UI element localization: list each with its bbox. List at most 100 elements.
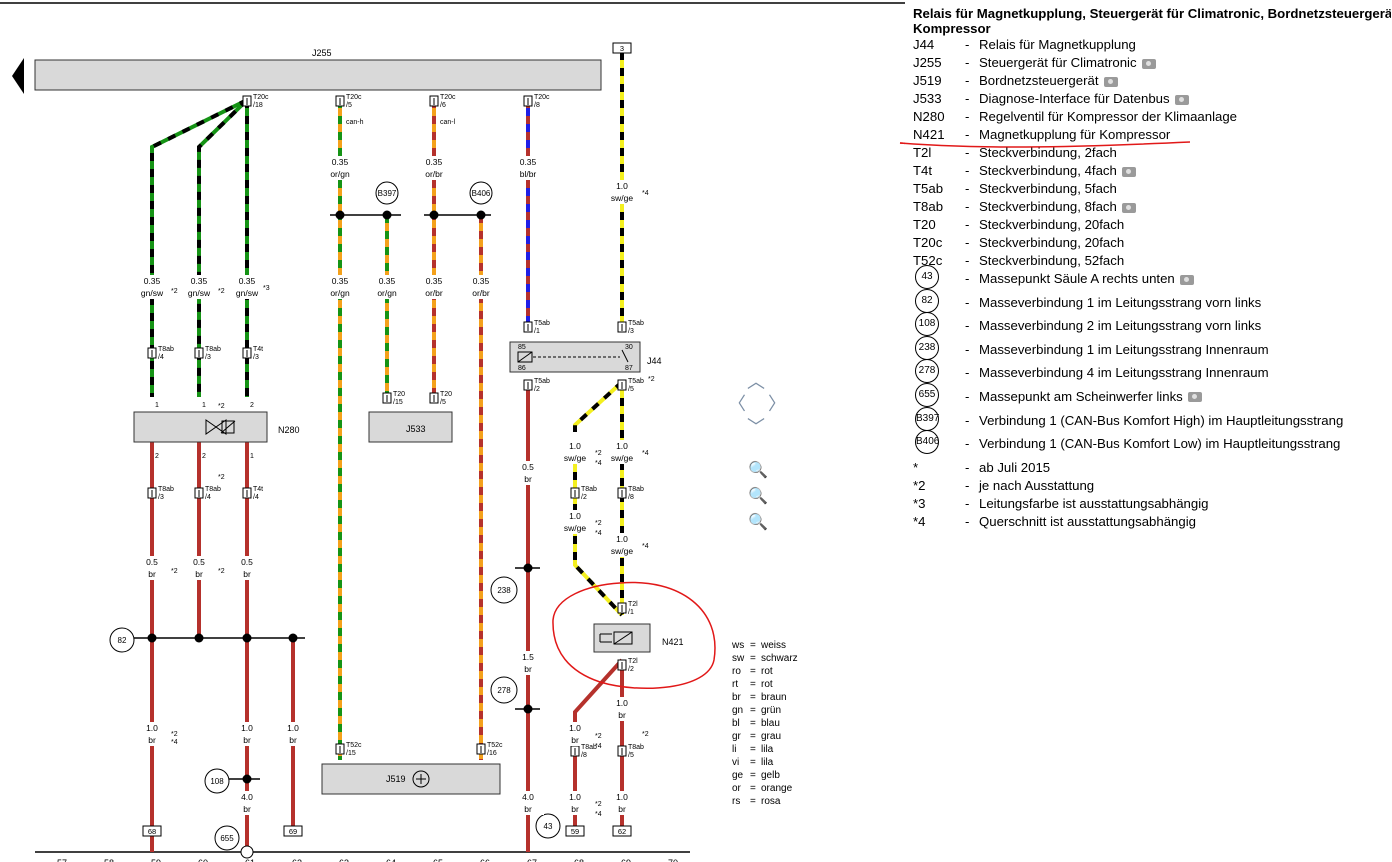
legend-dash: - <box>965 271 970 286</box>
pin-87: 87 <box>625 365 633 372</box>
footnote-mark: *4 <box>642 190 649 197</box>
pan-up-icon[interactable]: ︿ <box>747 368 765 394</box>
camera-icon[interactable] <box>1141 58 1156 69</box>
color-abbr: rt <box>732 679 739 690</box>
wire-gauge: 0.5 <box>193 557 205 567</box>
legend-row: N280 - Regelventil für Kompressor der Klim… <box>913 108 1391 126</box>
legend-desc: ab Juli 2015 <box>979 459 1051 475</box>
zoom-fit-icon[interactable]: 🔍 <box>748 460 768 480</box>
legend-code: T20c <box>913 235 943 250</box>
ruler-number: 68 <box>574 858 584 862</box>
wire-gauge: 4.0 <box>522 792 534 802</box>
connector-pin: /3 <box>628 328 634 335</box>
wire-gauge: 1.0 <box>569 792 581 802</box>
legend-desc: Relais für Magnetkupplung <box>979 37 1136 52</box>
legend-code: *3 <box>913 495 926 511</box>
color-key-row: ro = rot <box>732 666 773 677</box>
pin-label: 1 <box>250 453 254 460</box>
legend-desc: Leitungsfarbe ist ausstattungsabhängig <box>979 495 1209 511</box>
scroll-left-arrow-icon[interactable] <box>12 58 24 94</box>
legend-desc: Verbindung 1 (CAN-Bus Komfort High) im H… <box>979 412 1344 428</box>
legend-dash: - <box>965 181 970 196</box>
legend-dash: - <box>965 145 970 160</box>
color-key-row: br = braun <box>732 692 787 703</box>
legend-row: J44 - Relais für Magnetkupplung <box>913 36 1391 54</box>
footnote-mark: *2 <box>218 288 225 295</box>
legend-desc: Steckverbindung, 20fach <box>979 235 1125 250</box>
camera-icon[interactable] <box>1179 274 1194 285</box>
legend-row: 82 - Masseverbindung 1 im Leitungsstrang v… <box>913 288 1391 318</box>
legend-code: *4 <box>913 513 926 529</box>
wire-gauge: 0.5 <box>241 557 253 567</box>
ground-238: 238 <box>497 586 511 595</box>
footnote-mark: *4 <box>642 543 649 550</box>
wire-color: sw/ge <box>564 523 586 533</box>
junction-dot <box>476 210 486 220</box>
ruler-number: 67 <box>527 858 537 862</box>
connector-label: T4t <box>253 346 263 353</box>
color-name: blau <box>761 718 780 729</box>
connector-pin: /1 <box>534 328 540 335</box>
footnote-mark: *2 <box>595 450 602 457</box>
ground-108: 108 <box>210 777 224 786</box>
connector-label: T20 <box>440 391 452 398</box>
camera-icon[interactable] <box>1103 76 1118 87</box>
footnote-mark: *3 <box>263 285 270 292</box>
pan-left-icon[interactable]: 〈 <box>728 390 746 416</box>
camera-icon[interactable] <box>1174 94 1189 105</box>
color-abbr: ge <box>732 770 744 781</box>
ref-69: 69 <box>289 827 297 836</box>
pan-down-icon[interactable]: ﹀ <box>747 413 765 439</box>
ruler-number: 61 <box>245 858 255 862</box>
legend-desc: Massepunkt am Scheinwerfer links <box>979 388 1202 406</box>
footnote-mark: *4 <box>642 450 649 457</box>
connector-note: can-h <box>346 119 364 126</box>
legend-dash: - <box>965 318 970 334</box>
legend-dash: - <box>965 513 970 529</box>
pan-right-icon[interactable]: 〉 <box>768 390 786 416</box>
zoom-in-icon[interactable]: 🔍 <box>748 486 768 506</box>
wire-color: sw/ge <box>611 453 633 463</box>
pin-85: 85 <box>518 344 526 351</box>
connector-label: T8ab <box>581 744 597 751</box>
legend-dash: - <box>965 217 970 232</box>
legend-row: T4t - Steckverbindung, 4fach <box>913 162 1391 180</box>
legend-desc: Steckverbindung, 52fach <box>979 253 1125 268</box>
zoom-out-icon[interactable]: 🔍 <box>748 512 768 532</box>
connector-label: T2l <box>628 658 638 665</box>
wire-color: or/br <box>425 288 443 298</box>
wire-gauge: 1.0 <box>616 441 628 451</box>
splice-b397: B397 <box>378 189 397 198</box>
connector-label: T52c <box>346 742 362 749</box>
legend-code: 655 <box>915 382 939 407</box>
camera-icon[interactable] <box>1121 166 1136 177</box>
legend-code: * <box>913 459 919 475</box>
connector-pin: /3 <box>253 354 259 361</box>
connector-label: T4t <box>253 486 263 493</box>
legend-row: J519 - Bordnetzsteuergerät <box>913 72 1391 90</box>
color-key-row: or = orange <box>732 783 793 794</box>
ruler-number: 62 <box>292 858 302 862</box>
connector-label: T20c <box>440 94 456 101</box>
camera-icon[interactable] <box>1121 202 1136 213</box>
legend-dash: - <box>965 459 970 475</box>
footnote-mark: *2 <box>595 801 602 808</box>
wire-color: br <box>243 569 251 579</box>
color-name: lila <box>761 744 774 755</box>
junction-dot <box>194 633 204 643</box>
ground-655: 655 <box>220 834 234 843</box>
legend-desc: Steuergerät für Climatronic <box>979 54 1156 72</box>
ref-62: 62 <box>618 827 626 836</box>
legend-code: 43 <box>915 265 939 289</box>
legend-dash: - <box>965 37 970 52</box>
camera-icon[interactable] <box>1187 392 1202 403</box>
wire-color: or/br <box>425 169 443 179</box>
connector-label: T8ab <box>628 486 644 493</box>
legend-list: J44- Relais für Magnetkupplung J255- Steuer… <box>913 36 1391 531</box>
connector-label: T8ab <box>581 486 597 493</box>
connector-pin: /4 <box>205 494 211 501</box>
legend-row: 43 - Massepunkt Säule A rechts unten <box>913 265 1391 294</box>
connector-label: T8ab <box>158 486 174 493</box>
footnote-mark: *2 <box>171 288 178 295</box>
connector-pin: /1 <box>628 609 634 616</box>
